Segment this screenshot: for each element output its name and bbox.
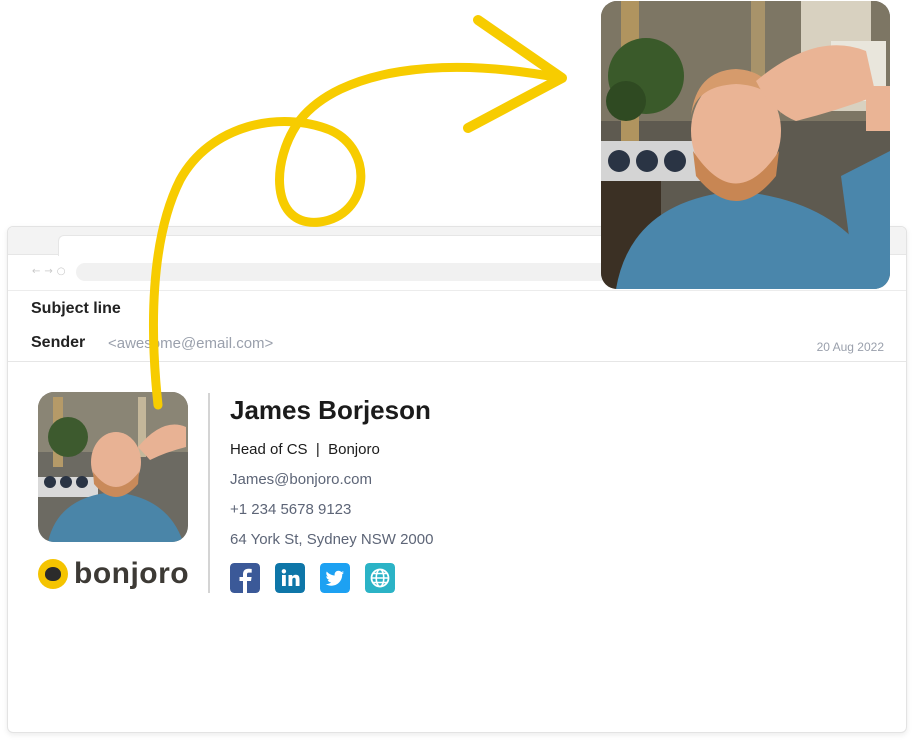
video-thumbnail[interactable] <box>601 1 890 289</box>
header-divider <box>8 361 906 362</box>
browser-tab[interactable] <box>58 235 628 256</box>
globe-icon[interactable] <box>365 563 395 593</box>
signature-name: James Borjeson <box>230 395 431 425</box>
signature-email[interactable]: James@bonjoro.com <box>230 471 372 488</box>
signature-phone[interactable]: +1 234 5678 9123 <box>230 501 351 518</box>
reload-icon[interactable]: ○ <box>57 264 66 280</box>
social-links <box>230 563 395 593</box>
linkedin-icon[interactable] <box>275 563 305 593</box>
email-date: 20 Aug 2022 <box>816 340 884 354</box>
bonjoro-bear-icon <box>38 559 68 589</box>
sender-label: Sender <box>31 334 86 351</box>
email-client-window: ← → ○ Subject line Sender <awesome@email… <box>7 226 907 733</box>
twitter-icon[interactable] <box>320 563 350 593</box>
nav-controls: ← → ○ <box>32 264 66 280</box>
signature-address: 64 York St, Sydney NSW 2000 <box>230 531 434 548</box>
facebook-icon[interactable] <box>230 563 260 593</box>
address-bar[interactable] <box>76 263 616 281</box>
bonjoro-wordmark: bonjoro <box>74 557 190 590</box>
subject-label: Subject line <box>31 300 121 317</box>
avatar-photo <box>38 392 188 542</box>
bonjoro-logo: bonjoro <box>38 557 189 591</box>
back-arrow-icon[interactable]: ← <box>32 264 40 280</box>
forward-arrow-icon[interactable]: → <box>44 264 52 280</box>
signature-divider <box>208 393 210 593</box>
sender-email: <awesome@email.com> <box>108 335 274 352</box>
signature-role: Head of CS | Bonjoro <box>230 441 380 458</box>
